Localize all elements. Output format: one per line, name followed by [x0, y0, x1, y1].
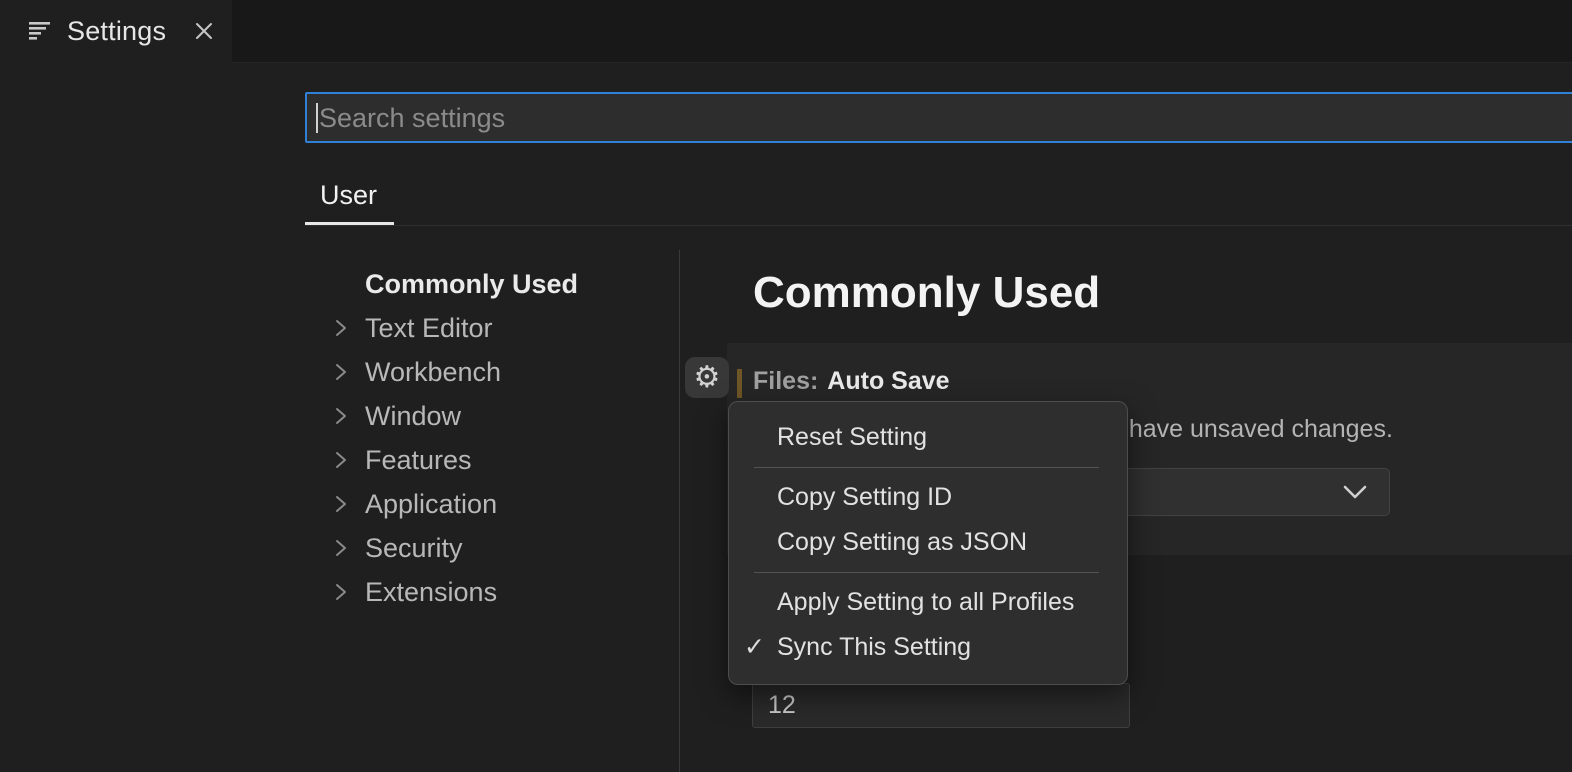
chevron-right-icon [335, 362, 365, 382]
setting-name: Auto Save [827, 367, 949, 395]
menu-separator [754, 572, 1099, 573]
toc-item-application[interactable]: Application [305, 482, 679, 526]
chevron-down-icon [1343, 485, 1367, 505]
setting-context-menu: Reset Setting Copy Setting ID Copy Setti… [728, 401, 1128, 685]
menu-item-sync-this-setting[interactable]: ✓ Sync This Setting [729, 625, 1127, 670]
chevron-right-icon [335, 450, 365, 470]
tabs-divider [305, 225, 1572, 226]
chevron-right-icon [335, 582, 365, 602]
setting-category: Files: [753, 367, 818, 395]
tab-title: Settings [67, 16, 166, 47]
settings-editor-tab[interactable]: Settings [0, 0, 232, 63]
menu-item-apply-setting-to-all-profiles[interactable]: Apply Setting to all Profiles [729, 580, 1127, 625]
chevron-right-icon [335, 406, 365, 426]
font-size-input[interactable] [766, 684, 1110, 727]
vscode-settings-window: { "editor_tab": { "title": "Settings" },… [0, 0, 1572, 772]
section-heading: Commonly Used [753, 268, 1100, 318]
menu-separator [754, 467, 1099, 468]
settings-toc: Commonly Used Text Editor Workbench Wind… [305, 262, 679, 614]
number-setting-box [752, 683, 1130, 728]
check-icon: ✓ [744, 632, 765, 662]
modified-indicator [737, 369, 742, 398]
search-input[interactable] [317, 94, 1521, 143]
chevron-right-icon [335, 494, 365, 514]
close-icon[interactable] [190, 17, 218, 45]
toc-item-workbench[interactable]: Workbench [305, 350, 679, 394]
search-settings-box [305, 92, 1572, 143]
tab-user[interactable]: User [320, 180, 377, 211]
menu-item-copy-setting-id[interactable]: Copy Setting ID [729, 475, 1127, 520]
menu-item-copy-setting-as-json[interactable]: Copy Setting as JSON [729, 520, 1127, 565]
editor-tab-bar [0, 0, 1572, 63]
chevron-right-icon [335, 318, 365, 338]
gear-icon: ⚙ [694, 363, 721, 393]
settings-list-icon [29, 22, 52, 41]
chevron-right-icon [335, 538, 365, 558]
toc-item-window[interactable]: Window [305, 394, 679, 438]
toc-item-features[interactable]: Features [305, 438, 679, 482]
setting-gear-button[interactable]: ⚙ [685, 357, 729, 398]
menu-item-reset-setting[interactable]: Reset Setting [729, 415, 1127, 460]
toc-main-divider [679, 250, 680, 772]
toc-item-extensions[interactable]: Extensions [305, 570, 679, 614]
toc-item-security[interactable]: Security [305, 526, 679, 570]
setting-title: Files: Auto Save [753, 367, 950, 396]
toc-item-commonly-used[interactable]: Commonly Used [305, 262, 679, 306]
toc-item-text-editor[interactable]: Text Editor [305, 306, 679, 350]
